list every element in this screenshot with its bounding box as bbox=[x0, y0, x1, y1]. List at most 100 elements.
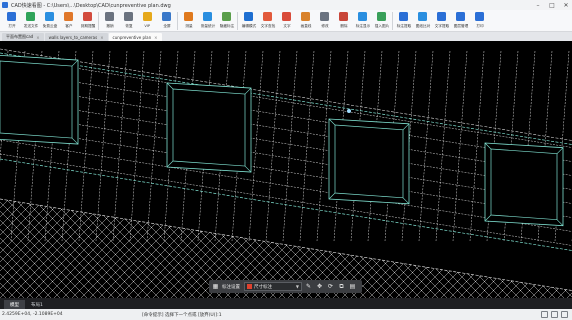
ribbon-tool-label: 修改 bbox=[320, 23, 329, 28]
ribbon-tool-label: 发送文件 bbox=[23, 23, 38, 28]
ribbon-tool-button[interactable]: VIP bbox=[138, 10, 157, 31]
pit-opening-inner bbox=[490, 148, 558, 221]
ribbon-tool-label: 编辑模式 bbox=[241, 23, 256, 28]
ribbon-separator bbox=[392, 12, 393, 30]
grid-line bbox=[0, 55, 572, 148]
layer-select[interactable]: 尺寸标注 ▼ bbox=[244, 282, 302, 291]
measure-icon bbox=[184, 12, 193, 21]
ribbon-tool-label: 图纸比对 bbox=[415, 23, 430, 28]
hatch-line bbox=[68, 199, 190, 298]
title-bar: CAD快速看图 - C:\Users\...\Desktop\CAD\cunpr… bbox=[0, 0, 572, 10]
ribbon-tool-button[interactable]: 恢复 bbox=[119, 10, 138, 31]
tab-close-icon[interactable]: × bbox=[100, 35, 103, 40]
ribbon-tool-button[interactable]: 编辑模式 bbox=[239, 10, 258, 31]
cursor-coordinates: 2.4259E+04, -2.1089E+04 bbox=[2, 312, 63, 317]
ribbon-tool-button[interactable]: 撤销 bbox=[100, 10, 119, 31]
text-extract-icon bbox=[437, 12, 446, 21]
ribbon-tool-label: 文字提取 bbox=[434, 23, 449, 28]
ribbon-tool-button[interactable]: 修改 bbox=[315, 10, 334, 31]
maximize-icon[interactable]: □ bbox=[548, 1, 556, 9]
fullscreen-icon bbox=[162, 12, 171, 21]
ribbon-tool-label: 到期提醒 bbox=[80, 23, 95, 28]
hatch-line bbox=[41, 199, 163, 298]
ribbon-tool-button[interactable]: 免费云盘 bbox=[40, 10, 59, 31]
text-search-icon bbox=[263, 12, 272, 21]
ribbon-tool-button[interactable]: 测量统计 bbox=[198, 10, 217, 31]
grid-line bbox=[282, 50, 298, 242]
ribbon-tool-button[interactable]: 图纸比对 bbox=[413, 10, 432, 31]
ortho-icon[interactable] bbox=[551, 311, 558, 318]
ribbon-tool-button[interactable]: 打开 bbox=[2, 10, 21, 31]
ribbon-tool-label: VIP bbox=[144, 23, 151, 28]
document-tab[interactable]: cunpreventive plan × bbox=[108, 33, 162, 41]
text-icon bbox=[282, 12, 291, 21]
grid-line bbox=[435, 50, 451, 242]
ribbon-tool-button[interactable]: 删除 bbox=[334, 10, 353, 31]
grid-icon[interactable]: ▦ bbox=[211, 282, 220, 291]
ribbon-tool-button[interactable]: 文字查找 bbox=[258, 10, 277, 31]
tab-close-icon[interactable]: × bbox=[36, 35, 39, 40]
hatch-line bbox=[23, 199, 145, 298]
ribbon-tool-button[interactable]: 客户 bbox=[59, 10, 78, 31]
ribbon-tool-button[interactable]: 文字提取 bbox=[432, 10, 451, 31]
ribbon-tool-button[interactable]: 画直线 bbox=[296, 10, 315, 31]
grid-line bbox=[299, 50, 315, 242]
document-tab[interactable]: 平面布置图cad × bbox=[2, 33, 44, 41]
ribbon-tool-button[interactable]: 插入图片 bbox=[372, 10, 391, 31]
ribbon-tool-button[interactable]: 发送文件 bbox=[21, 10, 40, 31]
hatch-line bbox=[0, 199, 55, 298]
drawing-compare-icon bbox=[418, 12, 427, 21]
cad-drawing[interactable] bbox=[0, 41, 572, 298]
cloud-drive-icon bbox=[45, 12, 54, 21]
ribbon-tool-label: 打印 bbox=[475, 23, 484, 28]
ribbon-tool-label: 文字 bbox=[282, 23, 291, 28]
layout-tab[interactable]: 模型 bbox=[4, 300, 25, 309]
minimize-icon[interactable]: – bbox=[534, 1, 542, 9]
layout-tab[interactable]: 布局1 bbox=[25, 300, 49, 309]
ribbon-tool-button[interactable]: 标注显示 bbox=[353, 10, 372, 31]
undo-icon bbox=[105, 12, 114, 21]
rotate-icon[interactable]: ⟳ bbox=[326, 282, 335, 291]
send-file-icon bbox=[26, 12, 35, 21]
hatch-line bbox=[23, 199, 145, 298]
copy-icon[interactable]: ⧉ bbox=[337, 282, 346, 291]
hatch-line bbox=[0, 199, 37, 298]
ribbon-tool-button[interactable]: 打印 bbox=[470, 10, 489, 31]
document-tab[interactable]: walls layers_to_cameras × bbox=[44, 33, 108, 41]
annotation-display-icon bbox=[358, 12, 367, 21]
hatch-line bbox=[563, 199, 572, 298]
annotation-settings-label[interactable]: 标注设置 bbox=[222, 284, 240, 290]
ribbon-tool-label: 免费云盘 bbox=[42, 23, 57, 28]
edit-icon[interactable]: ✎ bbox=[304, 282, 313, 291]
line-icon bbox=[301, 12, 310, 21]
drawing-canvas[interactable] bbox=[0, 41, 572, 298]
ribbon-tool-button[interactable]: 标注提取 bbox=[394, 10, 413, 31]
tab-close-icon[interactable]: × bbox=[154, 35, 157, 40]
grid-line bbox=[265, 50, 281, 242]
grid-line bbox=[418, 50, 434, 242]
insert-image-icon bbox=[377, 12, 386, 21]
hatch-line bbox=[50, 199, 172, 298]
close-icon[interactable]: ✕ bbox=[562, 1, 570, 9]
document-tab-label: 平面布置图cad bbox=[6, 34, 34, 39]
hatch-line bbox=[41, 199, 163, 298]
pit-opening-inner bbox=[334, 124, 404, 199]
ribbon-tool-button[interactable]: 图层管理 bbox=[451, 10, 470, 31]
ribbon-tool-button[interactable]: 到期提醒 bbox=[78, 10, 97, 31]
ribbon-tool-label: 撤销 bbox=[105, 23, 114, 28]
ribbon-tool-button[interactable]: 隐藏标注 bbox=[217, 10, 236, 31]
layer-color-swatch bbox=[247, 284, 252, 289]
ribbon-tool-button[interactable]: 测量 bbox=[179, 10, 198, 31]
settings-icon[interactable] bbox=[561, 311, 568, 318]
hide-annotation-icon bbox=[222, 12, 231, 21]
ribbon-tool-label: 测量 bbox=[184, 23, 193, 28]
move-icon[interactable]: ✥ bbox=[315, 282, 324, 291]
paste-icon[interactable]: ▤ bbox=[348, 282, 357, 291]
ribbon-tool-button[interactable]: 文字 bbox=[277, 10, 296, 31]
ribbon-tool-label: 恢复 bbox=[124, 23, 133, 28]
chevron-down-icon: ▼ bbox=[295, 284, 299, 289]
print-icon bbox=[475, 12, 484, 21]
ribbon-tool-button[interactable]: 全屏 bbox=[157, 10, 176, 31]
folder-open-icon bbox=[7, 12, 16, 21]
snap-icon[interactable] bbox=[541, 311, 548, 318]
